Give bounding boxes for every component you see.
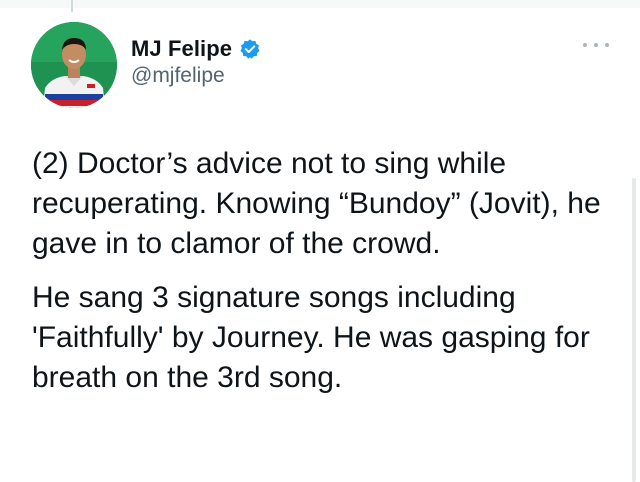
more-options-icon[interactable] [583, 40, 609, 50]
tweet-paragraph: He sang 3 signature songs including 'Fai… [32, 281, 590, 394]
more-dot [594, 43, 598, 47]
profile-avatar[interactable] [31, 22, 117, 108]
author-handle[interactable]: @mjfelipe [131, 64, 261, 88]
more-dot [583, 43, 587, 47]
verified-badge-icon [239, 38, 261, 60]
author-block: MJ Felipe @mjfelipe [131, 34, 261, 88]
avatar-photo [31, 22, 117, 108]
thread-connector-line [71, 0, 73, 12]
author-display-name[interactable]: MJ Felipe [131, 36, 232, 62]
tweet-text: (2) Doctor’s advice not to sing while re… [32, 144, 612, 398]
scrollbar[interactable] [632, 178, 636, 482]
top-strip [0, 0, 640, 8]
tweet-paragraph: (2) Doctor’s advice not to sing while re… [32, 147, 601, 260]
name-row: MJ Felipe [131, 34, 261, 64]
more-dot [605, 43, 609, 47]
